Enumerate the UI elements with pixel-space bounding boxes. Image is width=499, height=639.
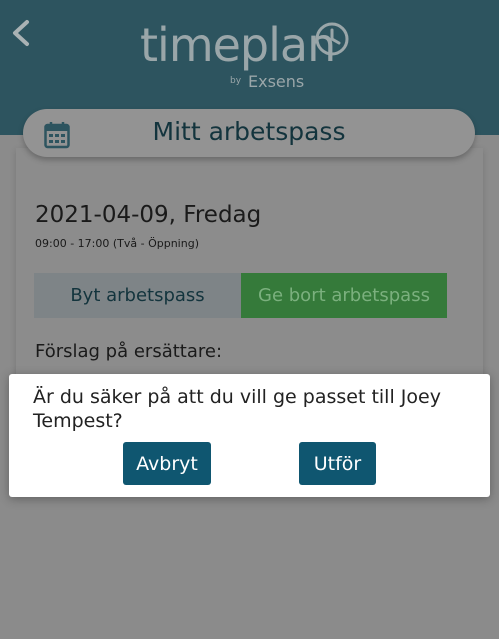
clock-icon bbox=[315, 22, 349, 56]
timeplan-logo: timeplan by Exsens bbox=[140, 18, 360, 96]
confirm-dialog: Är du säker på att du vill ge passet til… bbox=[9, 374, 490, 497]
page-title: Mitt arbetspass bbox=[152, 117, 346, 146]
dialog-message: Är du säker på att du vill ge passet til… bbox=[33, 386, 441, 432]
shift-date: 2021-04-09, Fredag bbox=[35, 202, 262, 228]
logo-brand-text: Exsens bbox=[248, 72, 305, 91]
back-chevron-icon[interactable] bbox=[8, 18, 34, 48]
confirm-button[interactable]: Utför bbox=[299, 442, 376, 485]
cancel-button[interactable]: Avbryt bbox=[123, 442, 211, 485]
swap-shift-button[interactable]: Byt arbetspass bbox=[34, 273, 241, 318]
give-away-shift-button[interactable]: Ge bort arbetspass bbox=[241, 273, 447, 318]
page-title-bar: Mitt arbetspass bbox=[23, 109, 475, 157]
replacement-proposal-label: Förslag på ersättare: bbox=[35, 341, 223, 362]
logo-by-text: by bbox=[230, 76, 242, 86]
shift-time: 09:00 - 17:00 (Två - Öppning) bbox=[35, 237, 199, 250]
logo-wordmark: timeplan bbox=[140, 18, 336, 72]
